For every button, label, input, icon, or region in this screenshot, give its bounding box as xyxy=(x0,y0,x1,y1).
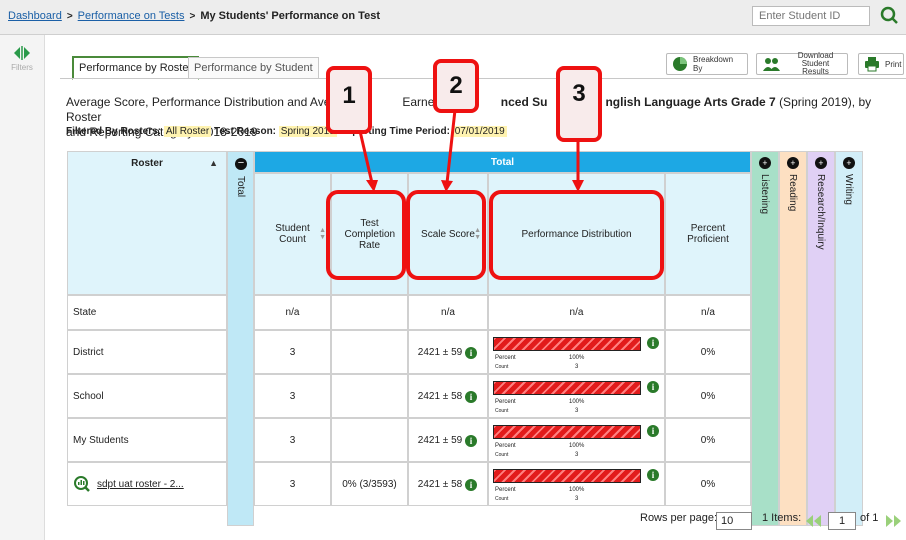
page-number-input[interactable]: 1 xyxy=(828,512,856,530)
previous-page-icon[interactable] xyxy=(805,514,823,528)
rows-per-page-select[interactable]: 10 xyxy=(716,512,752,530)
callout-number-1: 1 xyxy=(326,66,372,134)
callout-number-2: 2 xyxy=(433,59,479,113)
next-page-icon[interactable] xyxy=(884,514,902,528)
callout-arrowhead xyxy=(366,180,378,192)
rows-per-page-label: Rows per page: xyxy=(640,512,718,524)
items-count: 1 Items: xyxy=(762,512,802,524)
callout-arrowhead xyxy=(572,180,584,192)
callout-arrowhead xyxy=(441,180,453,192)
callout-number-3: 3 xyxy=(556,66,602,142)
page-total: of 1 xyxy=(860,512,879,524)
callout-arrow xyxy=(445,109,457,184)
